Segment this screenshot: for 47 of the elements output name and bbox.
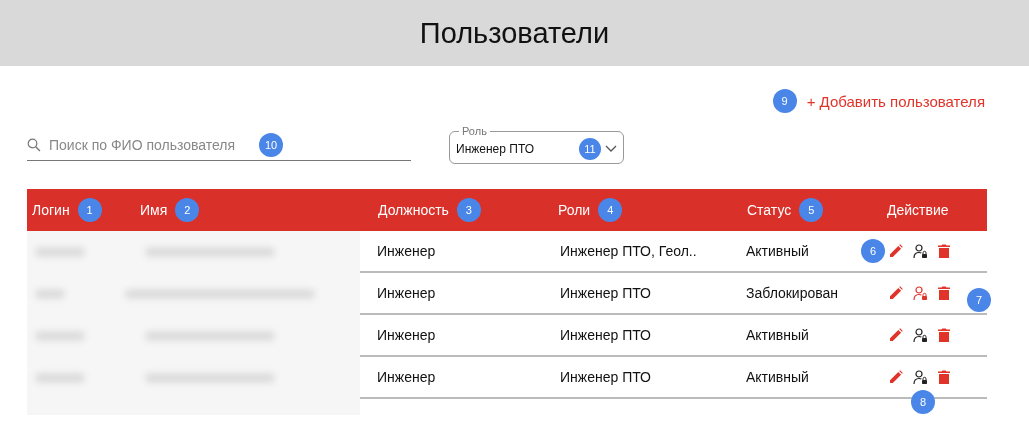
- user-lock-icon[interactable]: [913, 327, 928, 343]
- column-header: Должность: [378, 202, 449, 218]
- edit-icon[interactable]: [889, 370, 903, 384]
- add-user-link[interactable]: + Добавить пользователя: [806, 92, 985, 110]
- select-label: Роль: [461, 126, 488, 137]
- column-header: Имя: [140, 202, 168, 218]
- annotation-marker: 4: [598, 198, 623, 222]
- table-cell-text: Инженер: [376, 369, 437, 385]
- annotation-marker: 11: [579, 138, 601, 160]
- annotation-marker: 1: [77, 198, 102, 222]
- user-lock-icon[interactable]: [913, 243, 928, 259]
- annotation-marker: 7: [967, 287, 991, 312]
- trash-icon[interactable]: [938, 328, 950, 342]
- select-value: Инженер ПТО: [456, 142, 535, 156]
- edit-icon[interactable]: [889, 328, 903, 342]
- user-lock-icon[interactable]: [913, 369, 928, 385]
- annotation-marker: 3: [456, 198, 481, 222]
- table-cell-text: Инженер: [376, 285, 437, 301]
- annotation-marker: 2: [175, 198, 200, 222]
- annotation-marker: 6: [861, 239, 885, 263]
- table-cell-text: Инженер: [376, 327, 437, 343]
- annotation-marker: 10: [259, 133, 283, 157]
- trash-icon[interactable]: [938, 286, 950, 300]
- search-icon: [27, 138, 41, 152]
- table-cell-text: Активный: [745, 369, 810, 385]
- column-header: Действие: [887, 202, 949, 218]
- edit-icon[interactable]: [889, 244, 903, 258]
- role-select[interactable]: Роль Инженер ПТО 11: [449, 126, 624, 164]
- edit-icon[interactable]: [889, 286, 903, 300]
- table-cell-text: Заблокирован: [745, 285, 840, 301]
- table-cell-text: Активный: [745, 243, 810, 259]
- table-cell-text: Активный: [745, 327, 810, 343]
- annotation-marker: 9: [772, 89, 797, 113]
- chevron-down-icon: [605, 145, 617, 153]
- column-header: Статус: [747, 202, 792, 218]
- column-header: Логин: [32, 202, 70, 218]
- trash-icon[interactable]: [938, 370, 950, 384]
- trash-icon[interactable]: [938, 244, 950, 258]
- annotation-marker: 5: [799, 198, 824, 222]
- table-cell-text: Инженер ПТО: [559, 369, 652, 385]
- table-cell-text: Инженер ПТО, Геол..: [559, 243, 698, 259]
- table-cell-text: Инженер: [376, 243, 437, 259]
- page-title: Пользователи: [419, 16, 610, 50]
- table-cell-text: Инженер ПТО: [559, 327, 652, 343]
- annotation-marker: 8: [911, 389, 935, 414]
- column-header: Роли: [558, 202, 591, 218]
- table-cell-text: Инженер ПТО: [559, 285, 652, 301]
